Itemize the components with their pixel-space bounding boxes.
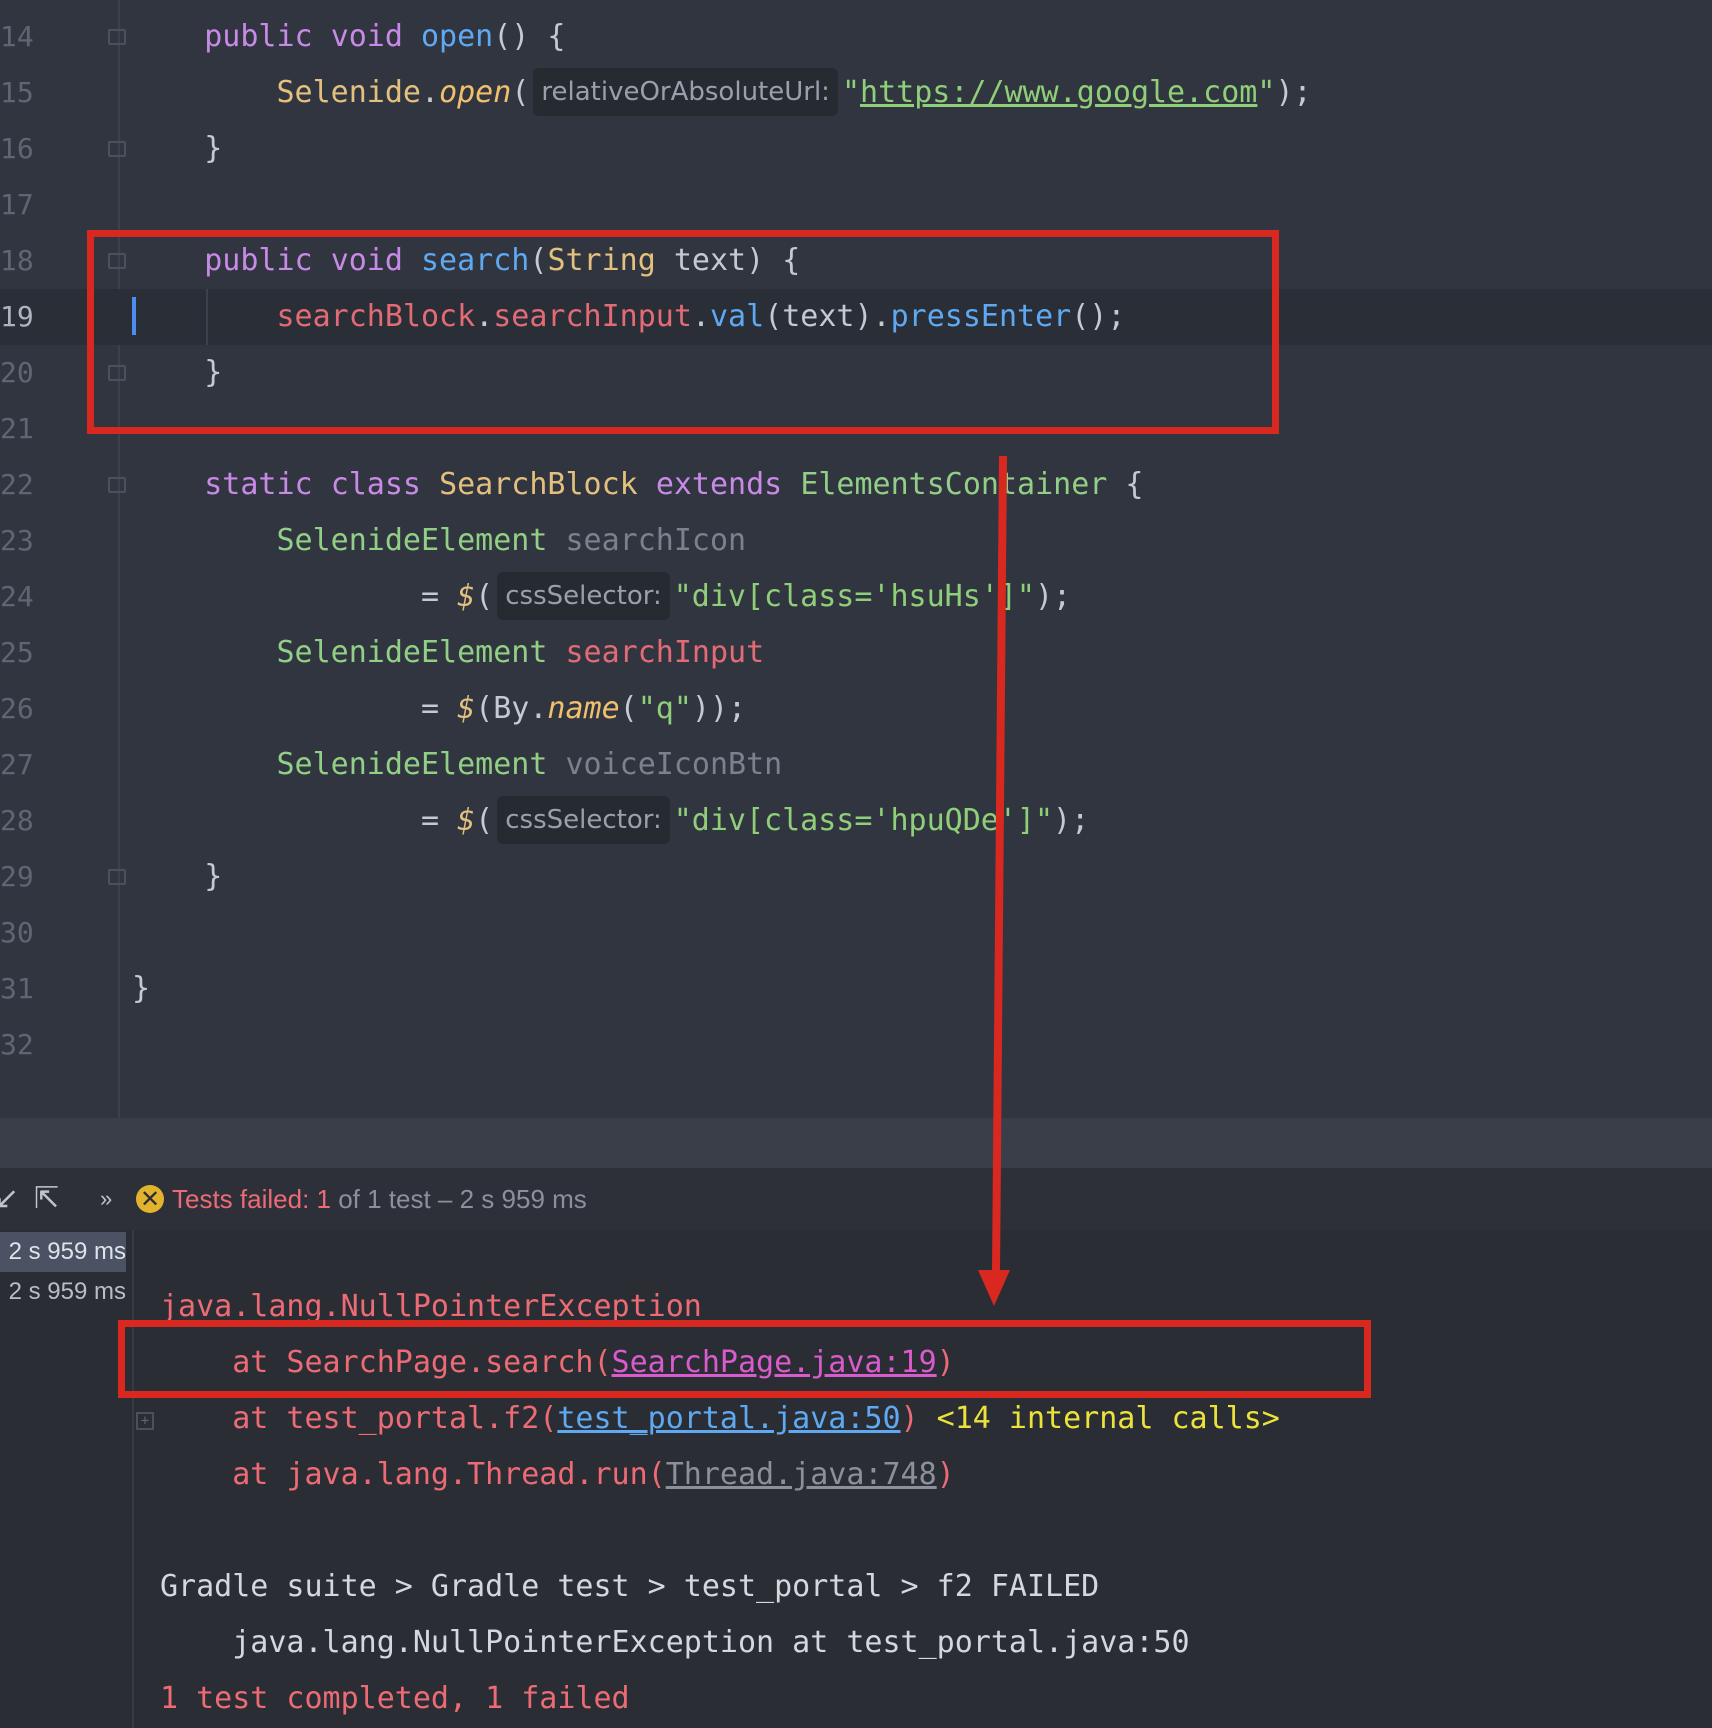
annotation-arrow-head <box>978 1270 1010 1306</box>
annotation-arrow-line <box>992 455 1007 1273</box>
annotation-arrow <box>978 455 1010 1306</box>
